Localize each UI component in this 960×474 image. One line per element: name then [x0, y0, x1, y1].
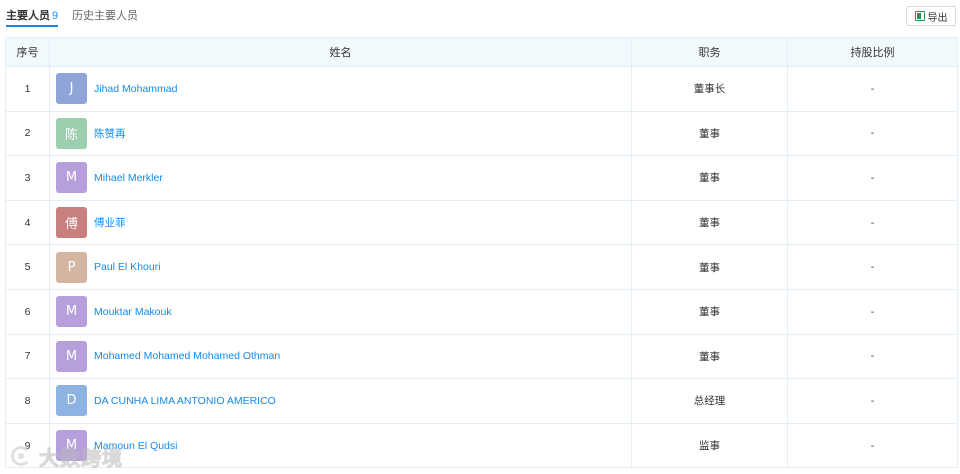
table-row: 7 M Mohamed Mohamed Mohamed Othman 董事 -: [5, 333, 958, 380]
avatar: D: [56, 385, 87, 417]
row-index: 6: [5, 288, 50, 335]
row-role: 董事: [631, 199, 788, 246]
row-name-cell: M Mamoun El Qudsi: [49, 422, 632, 469]
person-name-link[interactable]: Mihael Merkler: [94, 172, 163, 184]
row-name-cell: 傅傅业菲: [49, 199, 632, 246]
avatar: J: [56, 73, 87, 105]
person-name-link[interactable]: Jihad Mohammad: [94, 83, 177, 95]
person-name-link[interactable]: Mohamed Mohamed Mohamed Othman: [94, 350, 280, 362]
watermark-text: 大数跨境: [39, 445, 123, 470]
person-name-link[interactable]: 陈赞再: [94, 126, 126, 141]
person-name-link[interactable]: Paul El Khouri: [94, 261, 161, 273]
avatar: M: [56, 296, 87, 328]
table-row: 3 M Mihael Merkler 董事 -: [5, 155, 958, 201]
watermark-logo-icon: [8, 443, 34, 469]
row-share: -: [787, 244, 958, 290]
excel-icon: [914, 11, 925, 21]
row-role: 董事: [631, 244, 788, 290]
row-index: 8: [5, 378, 50, 424]
row-share: -: [787, 288, 958, 335]
table-header-row: 序号 姓名 职务 持股比例: [5, 37, 958, 67]
row-role: 总经理: [631, 378, 788, 424]
table-body: 1 J Jihad Mohammad 董事长 -2 陈陈赞再 董事 -3 M Mihael Mer…: [5, 66, 958, 469]
tab-bar: 主要人员 9 历史主要人员 导出: [0, 0, 960, 32]
table-row: 9 M Mamoun El Qudsi 监事 -: [5, 422, 958, 469]
table-row: 2 陈陈赞再 董事 -: [5, 110, 958, 157]
personnel-table: 序号 姓名 职务 持股比例 1 J Jihad Mohammad 董事长 -2 陈陈赞再董…: [5, 37, 958, 469]
row-role: 监事: [631, 422, 788, 469]
tab-history-personnel[interactable]: 历史主要人员: [72, 9, 138, 23]
row-index: 3: [5, 155, 50, 201]
avatar: M: [56, 162, 87, 194]
table-row: 6 M Mouktar Makouk 董事 -: [5, 288, 958, 335]
export-button[interactable]: 导出: [906, 6, 956, 26]
column-header-name: 姓名: [49, 37, 632, 67]
row-index: 1: [5, 66, 50, 112]
row-share: -: [787, 66, 958, 112]
row-name-cell: P Paul El Khouri: [49, 244, 632, 290]
person-name-link[interactable]: Mouktar Makouk: [94, 306, 172, 318]
row-role: 董事: [631, 155, 788, 201]
column-header-share: 持股比例: [787, 37, 958, 67]
table-row: 4 傅傅业菲 董事 -: [5, 199, 958, 246]
avatar: M: [56, 340, 87, 372]
row-share: -: [787, 155, 958, 201]
person-name-link[interactable]: DA CUNHA LIMA ANTONIO AMERICO: [94, 395, 276, 407]
row-index: 5: [5, 244, 50, 290]
row-name-cell: M Mouktar Makouk: [49, 288, 632, 335]
row-share: -: [787, 378, 958, 424]
avatar: 傅: [56, 207, 87, 239]
tab-main-label: 主要人员: [6, 10, 50, 22]
row-role: 董事: [631, 110, 788, 157]
row-name-cell: M Mohamed Mohamed Mohamed Othman: [49, 333, 632, 380]
watermark: 大数跨境: [8, 442, 123, 470]
tab-main-personnel[interactable]: 主要人员 9: [6, 9, 59, 27]
row-share: -: [787, 422, 958, 469]
row-index: 4: [5, 199, 50, 246]
person-name-link[interactable]: 傅业菲: [94, 215, 126, 230]
row-role: 董事: [631, 333, 788, 380]
row-role: 董事长: [631, 66, 788, 112]
export-label: 导出: [927, 12, 948, 24]
row-name-cell: J Jihad Mohammad: [49, 66, 632, 112]
row-name-cell: 陈陈赞再: [49, 110, 632, 157]
column-header-index: 序号: [5, 37, 50, 67]
row-share: -: [787, 199, 958, 246]
row-name-cell: M Mihael Merkler: [49, 155, 632, 201]
tab-active-underline: [6, 25, 59, 27]
column-header-role: 职务: [631, 37, 788, 67]
table-row: 8 D DA CUNHA LIMA ANTONIO AMERICO 总经理 -: [5, 378, 958, 424]
row-index: 2: [5, 110, 50, 157]
table-row: 1 J Jihad Mohammad 董事长 -: [5, 66, 958, 112]
row-share: -: [787, 333, 958, 380]
row-share: -: [787, 110, 958, 157]
table-row: 5 P Paul El Khouri 董事 -: [5, 244, 958, 290]
avatar: P: [56, 251, 87, 283]
row-role: 董事: [631, 288, 788, 335]
avatar: 陈: [56, 117, 87, 149]
tab-main-count: 9: [52, 10, 59, 22]
row-index: 7: [5, 333, 50, 380]
row-name-cell: D DA CUNHA LIMA ANTONIO AMERICO: [49, 378, 632, 424]
